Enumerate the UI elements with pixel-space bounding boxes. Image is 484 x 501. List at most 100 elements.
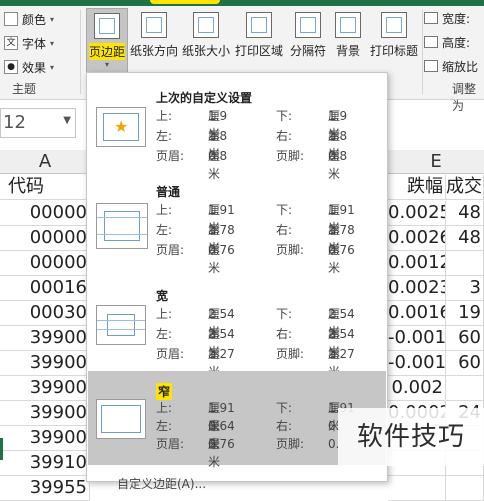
label-left: 左: — [156, 223, 173, 237]
name-box[interactable]: 12 ▼ — [0, 108, 76, 138]
cell-code[interactable]: 00016 — [0, 276, 90, 301]
cell-volume[interactable]: 48 — [446, 201, 484, 226]
header-cell-volume[interactable]: 成交 — [446, 175, 484, 200]
cell-code[interactable]: 00000 — [0, 226, 90, 251]
header-cell-change[interactable]: 跌幅 — [388, 175, 446, 200]
orientation-button[interactable]: 纸张方向 — [128, 8, 180, 74]
cell-change[interactable]: 0.0025 — [388, 201, 446, 226]
label-bottom: 下: — [276, 109, 293, 123]
header-cell-code[interactable]: 代码 — [0, 175, 90, 200]
cell-code[interactable]: 00000 — [0, 201, 90, 226]
name-box-value: 12 — [3, 112, 26, 133]
breaks-button[interactable]: 分隔符 — [286, 8, 330, 74]
label-right: 右: — [276, 419, 293, 433]
font-icon: 文 — [4, 36, 18, 50]
width-control[interactable]: 宽度: — [424, 8, 470, 28]
title-strip — [0, 0, 484, 6]
label-footer: 页脚: — [276, 243, 305, 257]
printer-icon — [246, 12, 272, 38]
group-separator — [422, 10, 423, 94]
label-bottom: 下: — [276, 307, 293, 321]
margin-option-wide[interactable]: 宽 上: 2.54 厘米 下: 2.54 厘米 左: 2.54 厘米 右: 2.54 厘米 … — [88, 275, 386, 379]
label-bottom: 下: — [276, 401, 293, 415]
label-footer: 页脚: — [276, 347, 305, 361]
cell-code[interactable]: 39910 — [0, 451, 90, 476]
narrow-margins-icon — [96, 399, 146, 439]
cell-volume[interactable] — [446, 251, 484, 276]
height-icon — [424, 36, 438, 48]
size-button[interactable]: 纸张大小 — [180, 8, 232, 74]
cell-volume[interactable]: 3 — [446, 276, 484, 301]
palette-icon — [4, 12, 18, 26]
theme-fonts-button[interactable]: 文 字体 ▾ — [4, 32, 54, 54]
option-name: 上次的自定义设置 — [156, 91, 253, 105]
print-area-button[interactable]: 打印区域 — [233, 8, 285, 74]
label-right: 右: — [276, 129, 293, 143]
margin-option-normal[interactable]: 普通 上: 1.91 厘米 下: 1.91 厘米 左: 1.78 厘米 右: 1.78 厘米… — [88, 171, 386, 275]
theme-group-label: 主题 — [12, 82, 37, 96]
margins-button[interactable]: 页边距 ▾ — [86, 8, 128, 74]
print-titles-button[interactable]: 打印标题 — [368, 8, 420, 74]
custom-margins-icon: ★ — [96, 107, 146, 147]
label-left: 左: — [156, 419, 173, 433]
cell-change[interactable]: -0.001 — [388, 326, 446, 351]
option-name: 窄 — [156, 383, 173, 400]
chevron-down-icon: ▾ — [50, 62, 55, 72]
height-control[interactable]: 高度: — [424, 32, 470, 52]
cell-volume[interactable]: 48 — [446, 226, 484, 251]
background-button[interactable]: 背景 — [333, 8, 363, 74]
scale-control[interactable]: 缩放比 — [424, 56, 478, 76]
selected-cell-indicator — [0, 438, 3, 460]
margin-option-last-custom[interactable]: ★ 上次的自定义设置 上: 1.9 厘米 下: 1.9 厘米 左: 1.8 厘米 右: 1.… — [88, 77, 386, 181]
wide-margins-icon — [96, 305, 146, 345]
theme-colors-label: 颜色 — [22, 12, 47, 27]
cell-volume[interactable]: 19 — [446, 301, 484, 326]
normal-margins-icon — [96, 203, 148, 249]
print-titles-label: 打印标题 — [369, 44, 418, 58]
cell-change[interactable]: -0.001 — [388, 351, 446, 376]
size-label: 纸张大小 — [181, 44, 230, 58]
margins-label: 页边距 — [88, 43, 125, 60]
cell-change[interactable]: 0.0023 — [388, 276, 446, 301]
height-label: 高度: — [442, 35, 471, 50]
cell-change[interactable]: 0.0012 — [388, 251, 446, 276]
highlight-mark — [150, 0, 220, 4]
chevron-down-icon: ▾ — [104, 60, 109, 69]
label-top: 上: — [156, 203, 173, 217]
print-titles-icon — [381, 12, 407, 38]
label-footer: 页脚: — [276, 149, 305, 163]
chevron-down-icon: ▾ — [50, 14, 55, 24]
cell-change[interactable]: 0.0026 — [388, 226, 446, 251]
cell-code[interactable]: 00030 — [0, 301, 90, 326]
cell-change[interactable]: 0.002 — [388, 376, 446, 401]
cell-code[interactable]: 39900 — [0, 351, 90, 376]
column-header-e[interactable]: E — [388, 150, 484, 174]
width-icon — [424, 12, 438, 24]
watermark: 软件技巧 — [338, 408, 484, 466]
label-header: 页眉: — [156, 149, 185, 163]
theme-colors-button[interactable]: 颜色 ▾ — [4, 8, 54, 30]
label-header: 页眉: — [156, 437, 185, 451]
column-header-a[interactable]: A — [0, 150, 90, 174]
cell-code[interactable]: 39900 — [0, 326, 90, 351]
paper-size-icon — [193, 12, 219, 38]
cell-code[interactable]: 00000 — [0, 251, 90, 276]
page-margins-icon — [94, 13, 120, 39]
cell-code[interactable]: 39900 — [0, 376, 90, 401]
cell-volume[interactable] — [446, 376, 484, 401]
label-left: 左: — [156, 327, 173, 341]
orientation-label: 纸张方向 — [129, 44, 178, 58]
cell-code[interactable]: 39900 — [0, 426, 90, 451]
cell-volume[interactable]: 60 — [446, 326, 484, 351]
cell-volume[interactable]: 60 — [446, 351, 484, 376]
label-header: 页眉: — [156, 347, 185, 361]
option-name: 宽 — [156, 289, 169, 303]
group-separator — [80, 10, 81, 94]
width-label: 宽度: — [442, 11, 471, 26]
chevron-down-icon: ▾ — [50, 38, 55, 48]
theme-effects-button[interactable]: ● 效果 ▾ — [4, 56, 54, 78]
print-area-label: 打印区域 — [234, 44, 283, 58]
custom-margins-link[interactable]: 自定义边距(A)... — [117, 475, 206, 492]
cell-code[interactable]: 39900 — [0, 401, 90, 426]
cell-change[interactable]: 0.0016 — [388, 301, 446, 326]
